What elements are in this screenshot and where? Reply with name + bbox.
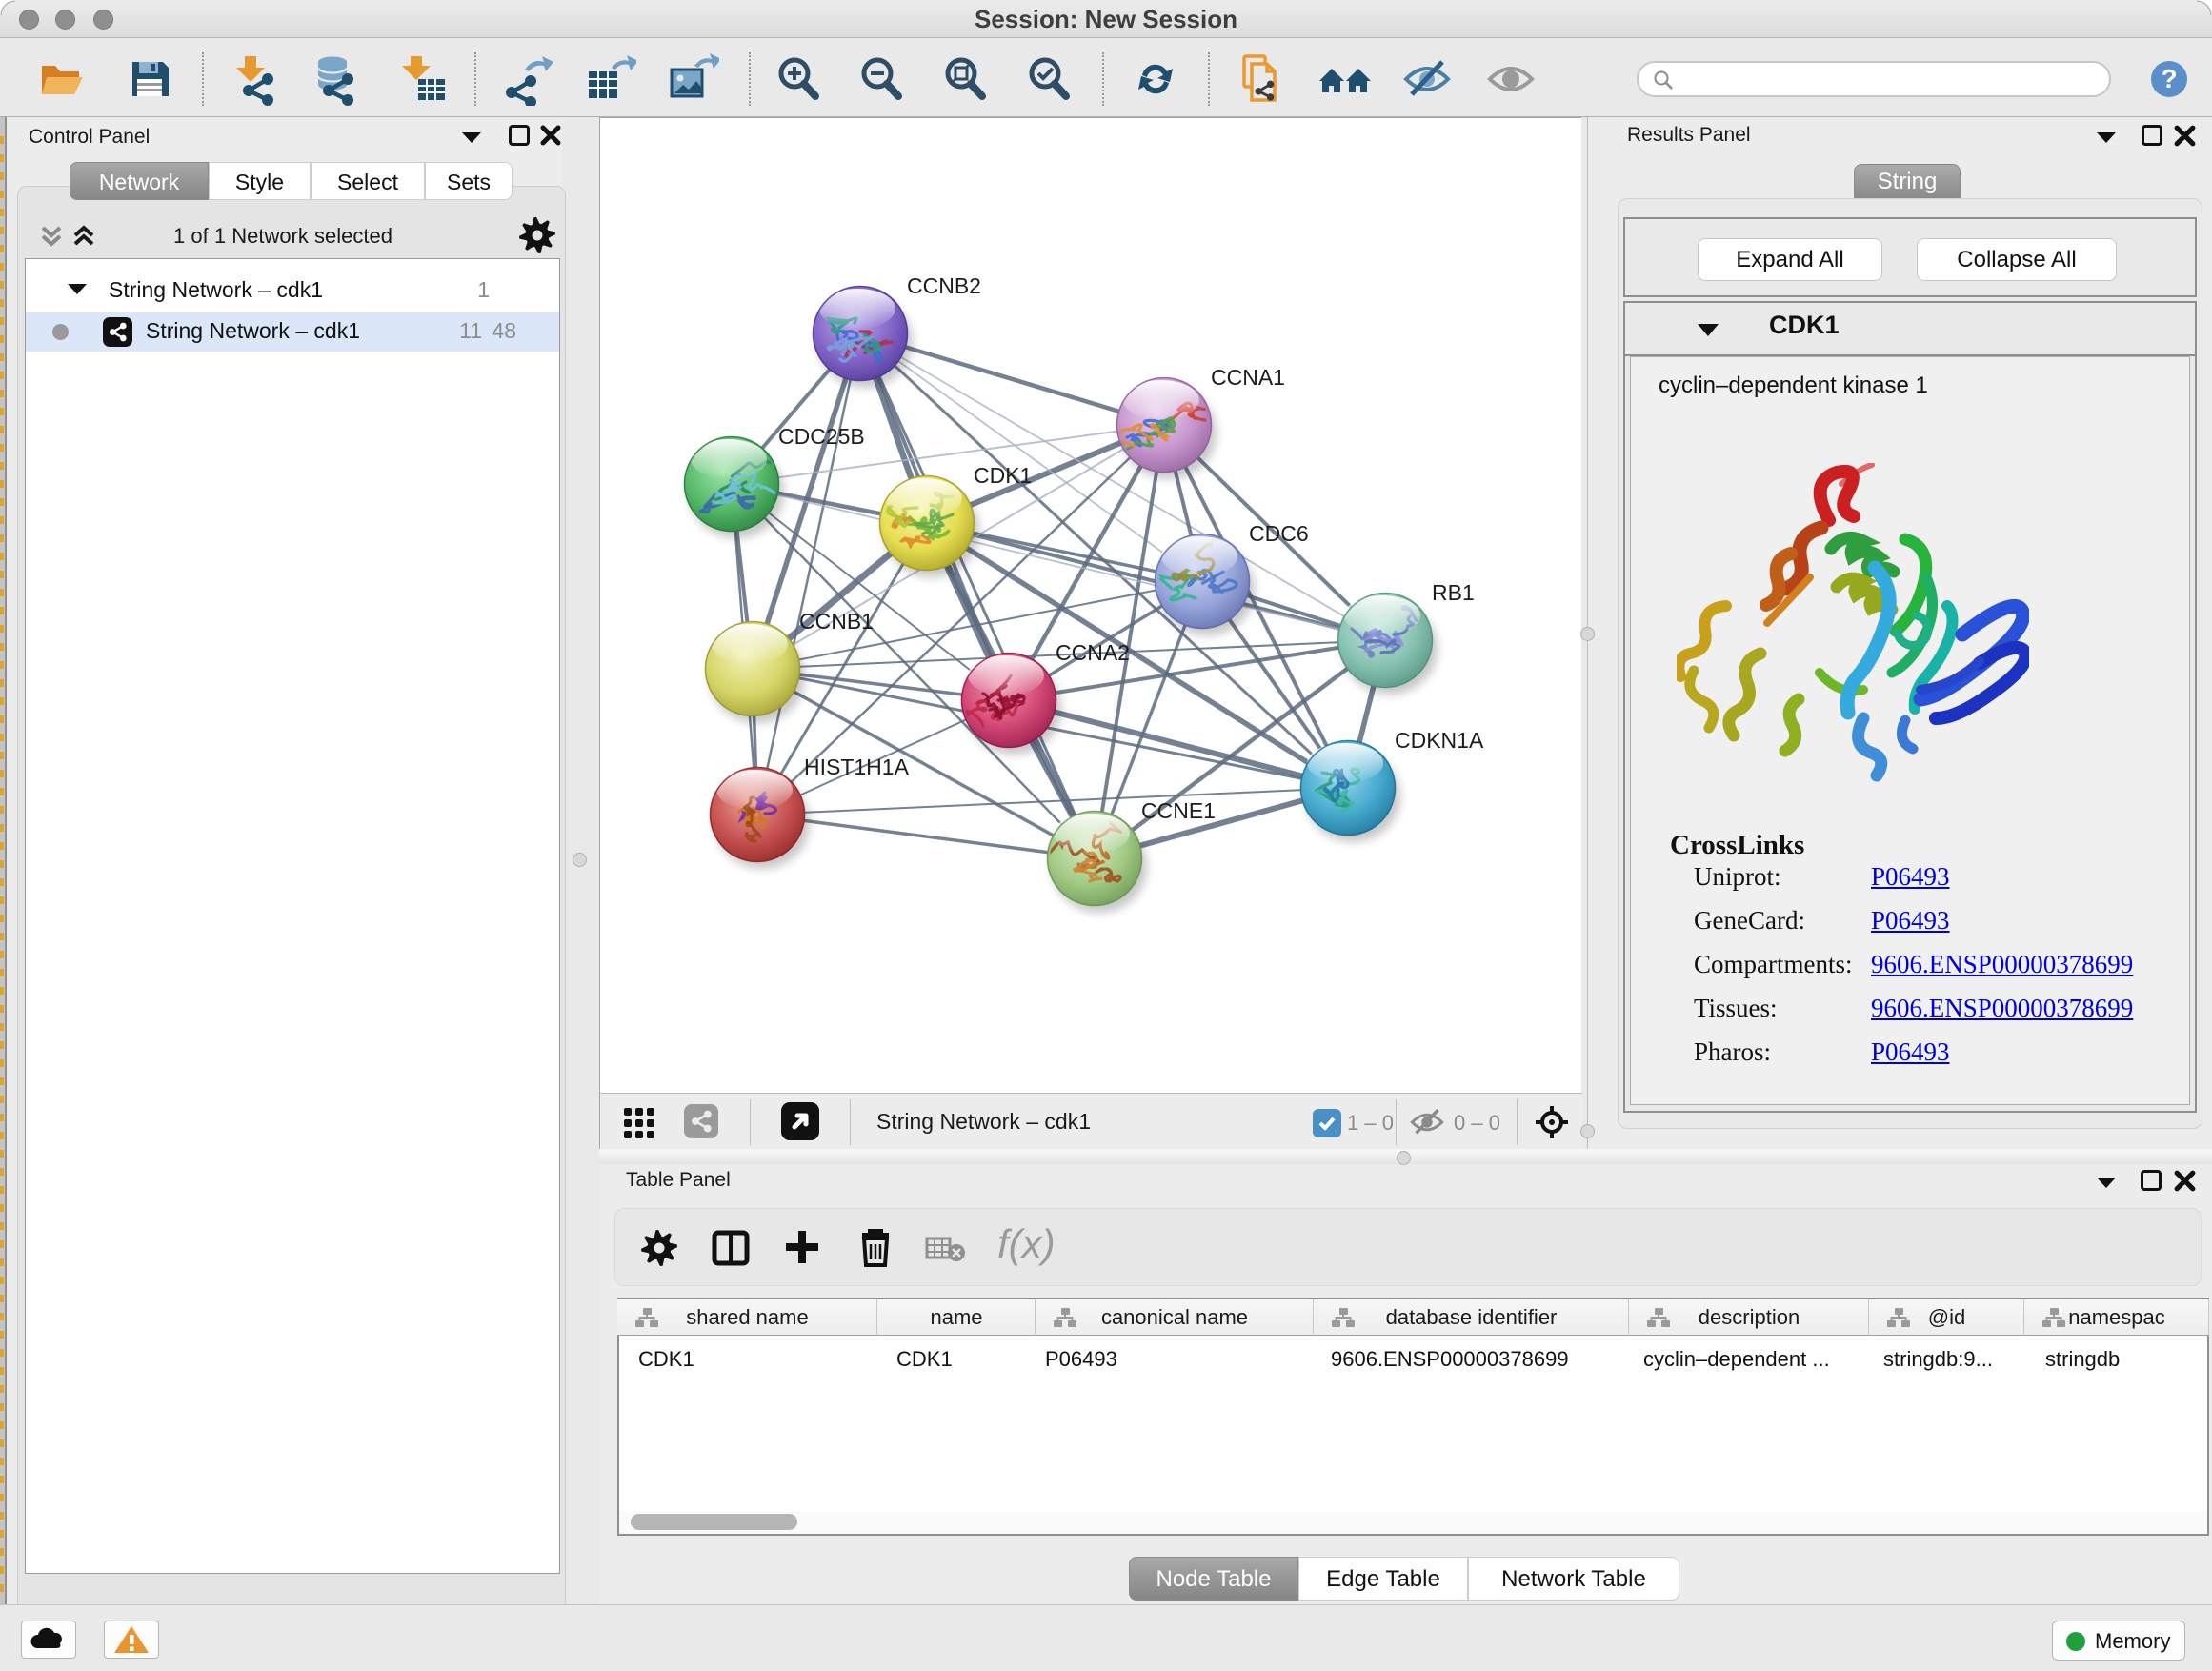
svg-text:CDC25B: CDC25B bbox=[778, 424, 865, 449]
svg-text:CDK1: CDK1 bbox=[974, 463, 1032, 488]
svg-text:CDKN1A: CDKN1A bbox=[1395, 728, 1484, 753]
svg-text:CCNA2: CCNA2 bbox=[1056, 640, 1130, 665]
svg-text:HIST1H1A: HIST1H1A bbox=[804, 755, 910, 779]
svg-text:CDC6: CDC6 bbox=[1249, 521, 1309, 546]
svg-text:CCNA1: CCNA1 bbox=[1211, 365, 1285, 390]
svg-text:CCNE1: CCNE1 bbox=[1141, 798, 1216, 823]
svg-text:CCNB2: CCNB2 bbox=[907, 273, 981, 298]
svg-text:CCNB1: CCNB1 bbox=[799, 609, 874, 634]
svg-text:RB1: RB1 bbox=[1432, 580, 1475, 605]
